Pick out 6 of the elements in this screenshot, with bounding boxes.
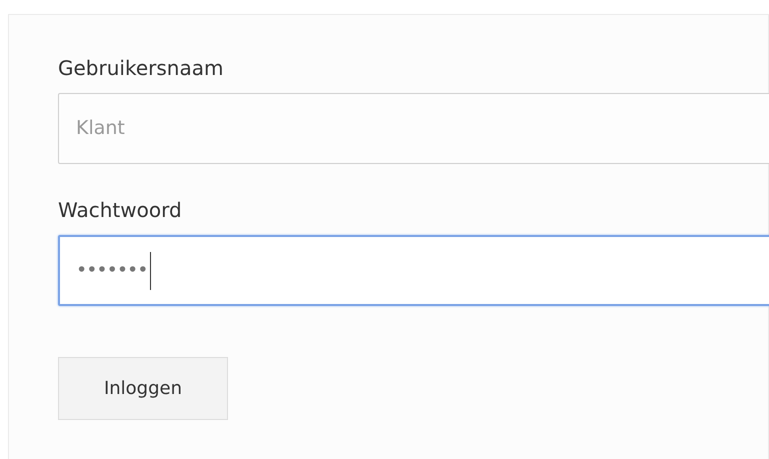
- username-field[interactable]: Klant: [58, 93, 769, 164]
- login-button[interactable]: Inloggen: [58, 357, 228, 420]
- text-cursor: [150, 252, 152, 290]
- field-label: Wachtwoord: [58, 197, 183, 223]
- field-label: Gebruikersnaam: [58, 55, 224, 81]
- password-field[interactable]: •••••••: [58, 235, 769, 306]
